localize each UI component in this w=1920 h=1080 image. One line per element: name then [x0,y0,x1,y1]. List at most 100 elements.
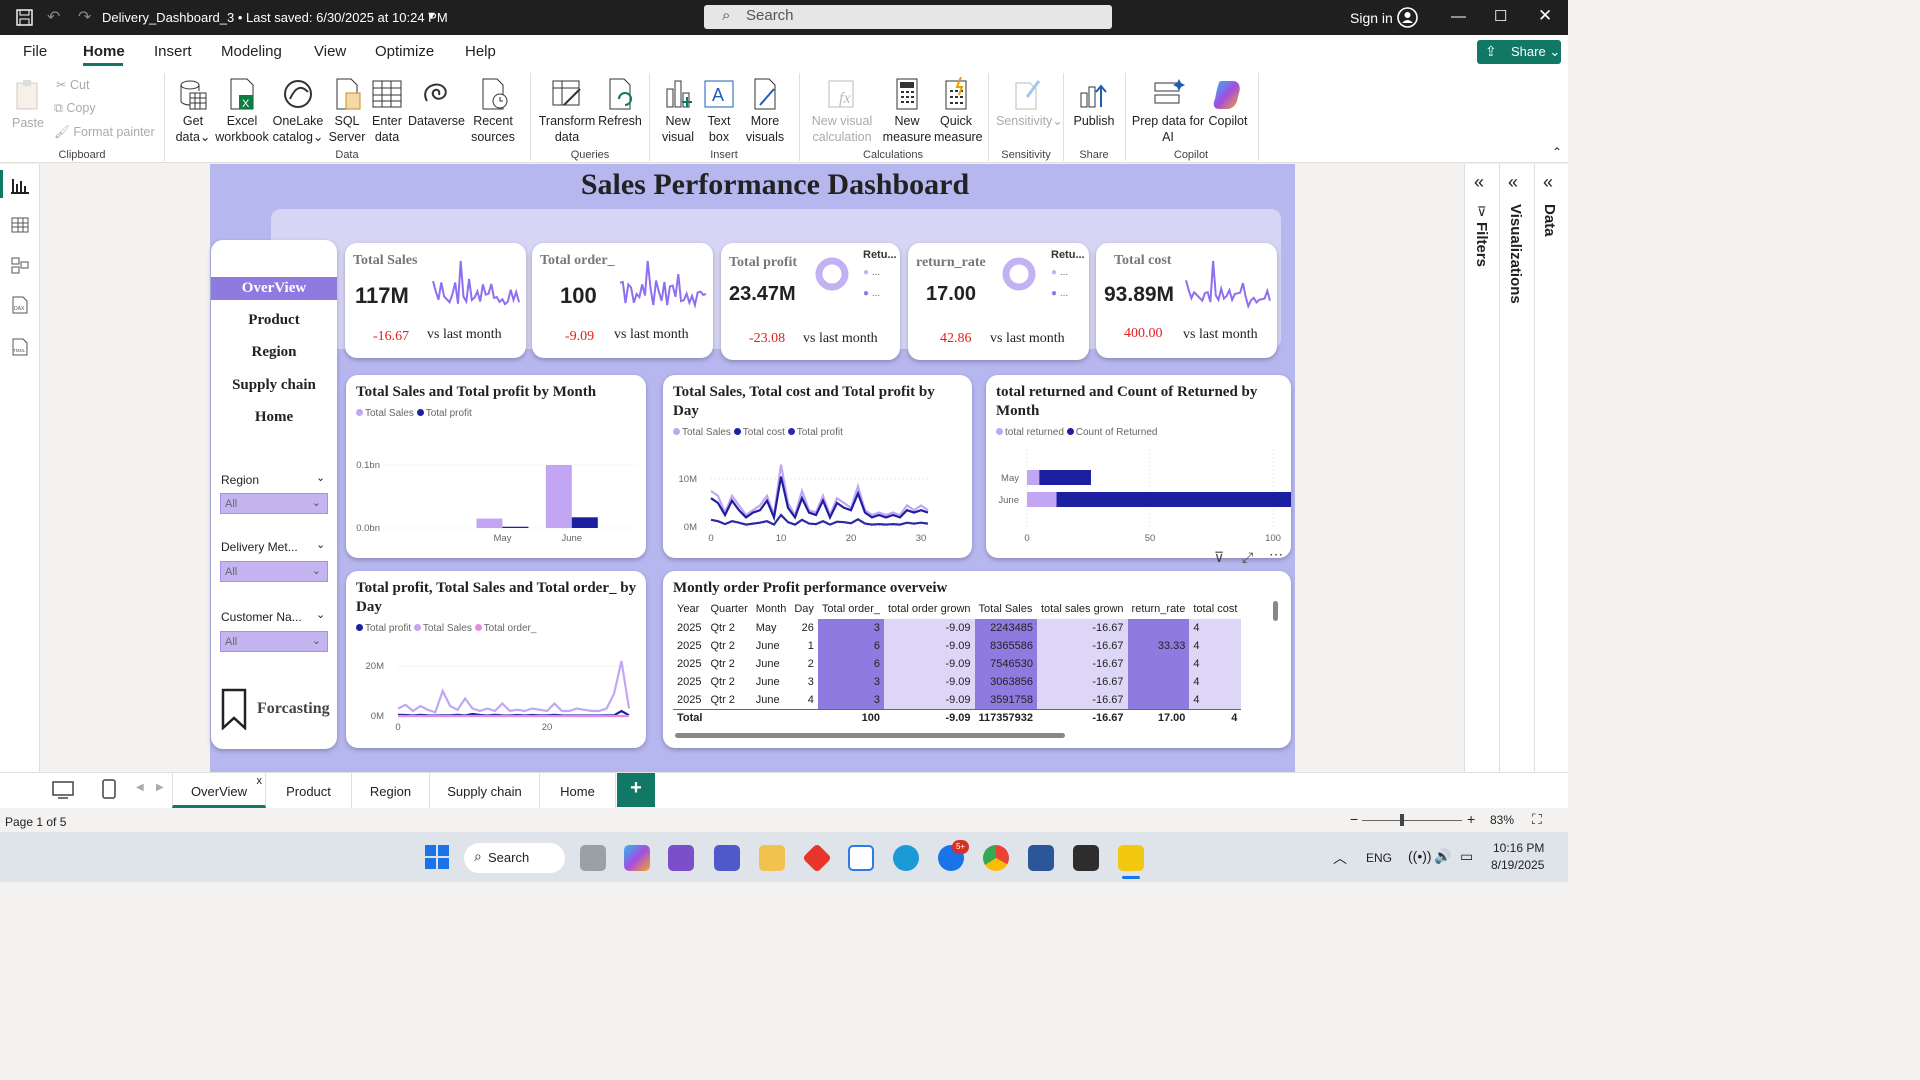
new-visual-button[interactable]: New visual [658,77,698,145]
minimize-icon[interactable]: — [1451,8,1466,25]
nav-button-region[interactable]: Region [211,344,337,361]
column-header[interactable]: Day [790,599,818,619]
expand-data-icon[interactable]: « [1543,172,1553,193]
chrome-icon[interactable] [983,845,1009,871]
menu-optimize[interactable]: Optimize [375,43,434,60]
maximize-icon[interactable]: ☐ [1494,7,1507,25]
column-header[interactable]: Total order_ [818,599,884,619]
chevron-down-icon[interactable]: ⌄ [316,538,325,551]
page-tab-overview[interactable]: OverView x [172,773,266,808]
previous-page-icon[interactable]: ◀ [136,782,144,793]
slicer-delivery-dropdown[interactable]: All ⌄ [220,561,328,582]
page-tab-home[interactable]: Home [540,773,616,808]
title-dropdown-icon[interactable]: ▼ [426,10,437,22]
input-language[interactable]: ENG [1366,851,1392,865]
refresh-button[interactable]: Refresh [597,77,643,129]
cut-button[interactable]: ✂ Cut [56,77,89,92]
fit-to-page-icon[interactable]: ⛶ [1532,811,1542,828]
kpi-card-total-order[interactable]: Total order_ 100 -9.09 vs last month [532,243,713,358]
get-data-button[interactable]: Get data⌄ [172,77,214,145]
table-row[interactable]: 2025 Qtr 2 June 1 6 -9.09 8365586 -16.67 33.33 4 [673,637,1242,655]
kpi-card-return-rate[interactable]: return_rate 17.00 Retu... ● ... ● ... 42… [908,243,1089,360]
column-header[interactable]: Year [673,599,706,619]
power-bi-icon[interactable] [1118,845,1144,871]
onelake-catalog-button[interactable]: OneLake catalog⌄ [271,77,325,145]
more-options-icon[interactable]: ⋯ [1269,546,1283,563]
sensitivity-button[interactable]: Sensitivity⌄ [996,77,1063,129]
visual-studio-icon[interactable] [668,845,694,871]
volume-icon[interactable]: 🔊 [1434,848,1451,865]
enter-data-button[interactable]: Enter data [368,77,406,145]
publish-button[interactable]: Publish [1070,77,1118,129]
zoom-slider-thumb[interactable] [1400,814,1404,826]
column-header[interactable]: Total Sales [975,599,1037,619]
wifi-icon[interactable]: ((•)) [1408,848,1432,864]
column-header[interactable]: total sales grown [1037,599,1128,619]
close-tab-icon[interactable]: x [257,775,263,787]
nav-button-home[interactable]: Home [211,409,337,426]
column-header[interactable]: total cost [1189,599,1241,619]
dax-query-view-icon[interactable]: DAX [10,296,30,314]
copilot-app-icon[interactable] [624,845,650,871]
task-view-icon[interactable] [580,845,606,871]
search-input[interactable]: ⌕ Search [704,5,1112,29]
format-painter-button[interactable]: 🖌 Format painter [54,125,155,140]
next-page-icon[interactable]: ▶ [156,782,164,793]
table-row[interactable]: 2025 Qtr 2 May 26 3 -9.09 2243485 -16.67 4 [673,619,1242,637]
chart-returned-by-month[interactable]: total returned and Count of Returned by … [986,375,1291,558]
teams-icon[interactable] [714,845,740,871]
menu-help[interactable]: Help [465,43,496,60]
tmdl-view-icon[interactable]: TMDL [10,338,30,356]
column-header[interactable]: total order grown [884,599,975,619]
clock-date[interactable]: 8/19/2025 [1491,858,1544,872]
menu-modeling[interactable]: Modeling [221,43,282,60]
new-visual-calculation-button[interactable]: fx New visual calculation [806,77,878,145]
vertical-scrollbar[interactable] [1273,601,1278,621]
excel-workbook-button[interactable]: X Excel workbook [214,77,270,145]
slicer-customer-dropdown[interactable]: All ⌄ [220,631,328,652]
kpi-card-total-profit[interactable]: Total profit 23.47M Retu... ● ... ● ... … [721,243,900,360]
close-icon[interactable]: ✕ [1538,6,1552,26]
nav-button-product[interactable]: Product [211,312,337,329]
column-header[interactable]: Month [752,599,791,619]
zoom-in-icon[interactable]: + [1467,811,1475,827]
mobile-layout-icon[interactable] [102,779,116,799]
page-tab-product[interactable]: Product [266,773,352,808]
page-tab-region[interactable]: Region [352,773,430,808]
undo-icon[interactable]: ↶ [47,7,60,27]
edge-icon[interactable] [893,845,919,871]
collapse-ribbon-icon[interactable]: ⌃ [1552,145,1562,159]
recent-sources-button[interactable]: Recent sources [464,77,522,145]
add-page-button[interactable]: + [617,773,655,807]
forecasting-button[interactable]: Forcasting [257,700,330,718]
paste-button[interactable]: Paste [10,79,46,131]
filters-pane-tab[interactable]: Filters [1473,222,1490,267]
save-icon[interactable] [16,9,33,26]
chart-profit-sales-order-by-day[interactable]: Total profit, Total Sales and Total orde… [346,571,646,748]
prep-data-for-ai-button[interactable]: Prep data for AI [1130,77,1206,145]
new-measure-button[interactable]: New measure [880,77,934,145]
battery-icon[interactable]: ▭ [1460,848,1473,865]
bookmark-icon[interactable] [221,688,249,730]
nav-button-overview[interactable]: OverView [211,277,337,300]
page-tab-supply-chain[interactable]: Supply chain [430,773,540,808]
slicer-region-dropdown[interactable]: All ⌄ [220,493,328,514]
kpi-card-total-cost[interactable]: Total cost 93.89M 400.00 vs last month [1096,243,1277,358]
transform-data-button[interactable]: Transform data [538,77,596,145]
nav-button-supply-chain[interactable]: Supply chain [211,377,337,394]
dataverse-button[interactable]: Dataverse [408,77,465,129]
expand-visualizations-icon[interactable]: « [1508,172,1518,193]
table-row[interactable]: 2025 Qtr 2 June 3 3 -9.09 3063856 -16.67 4 [673,673,1242,691]
file-explorer-icon[interactable] [759,845,785,871]
show-hidden-icons-icon[interactable]: ︿ [1333,848,1347,868]
chart-sales-cost-profit-by-day[interactable]: Total Sales, Total cost and Total profit… [663,375,972,558]
menu-insert[interactable]: Insert [154,43,192,60]
windows-start-icon[interactable] [425,845,450,870]
chart-sales-profit-by-month[interactable]: Total Sales and Total profit by Month To… [346,375,646,558]
menu-file[interactable]: File [23,43,47,60]
chevron-down-icon[interactable]: ⌄ [316,471,325,484]
model-view-icon[interactable] [10,256,30,274]
more-visuals-button[interactable]: More visuals [740,77,790,145]
zoom-slider[interactable] [1362,820,1462,821]
expand-filters-icon[interactable]: « [1474,172,1484,193]
